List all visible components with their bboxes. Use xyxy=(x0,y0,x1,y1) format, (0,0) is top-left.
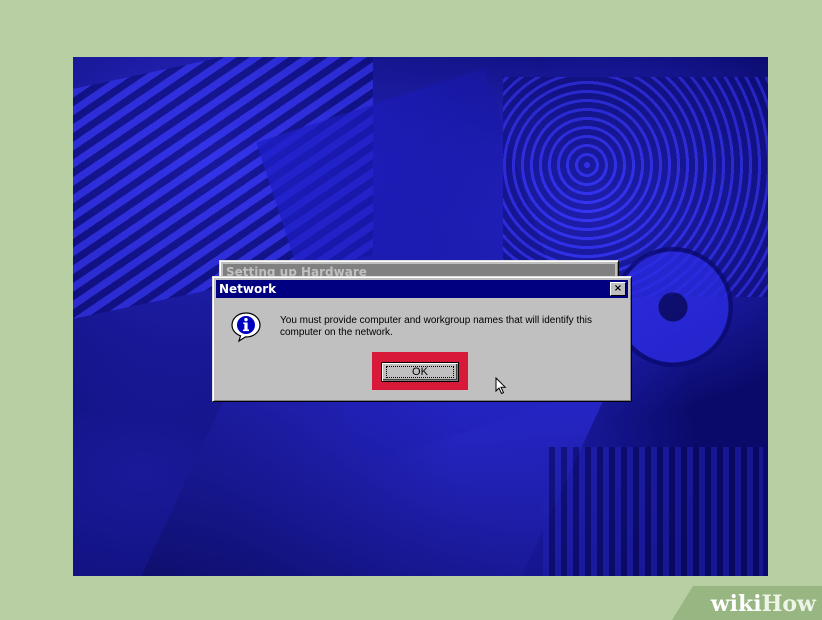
watermark-wiki: wiki xyxy=(710,591,762,617)
dialog-title-bar: Network × xyxy=(216,280,628,298)
chip-wallpaper-art xyxy=(543,447,763,576)
network-dialog: Network × You must provide computer and … xyxy=(212,276,632,402)
close-button[interactable]: × xyxy=(610,282,626,296)
dialog-message: You must provide computer and workgroup … xyxy=(280,315,593,338)
ok-button-label: OK xyxy=(412,366,428,378)
mouse-cursor-icon xyxy=(495,377,507,395)
watermark-how: How xyxy=(761,591,816,617)
ok-button[interactable]: OK xyxy=(381,362,459,382)
close-icon: × xyxy=(613,283,623,294)
wikihow-watermark: wikiHow xyxy=(672,586,822,620)
wallpaper-shape xyxy=(136,387,610,576)
watermark-logo: wikiHow xyxy=(711,591,816,617)
desktop-screen: Setting up Hardware Network × You must p… xyxy=(73,57,768,576)
info-icon xyxy=(231,312,261,343)
dialog-title: Network xyxy=(219,282,277,296)
